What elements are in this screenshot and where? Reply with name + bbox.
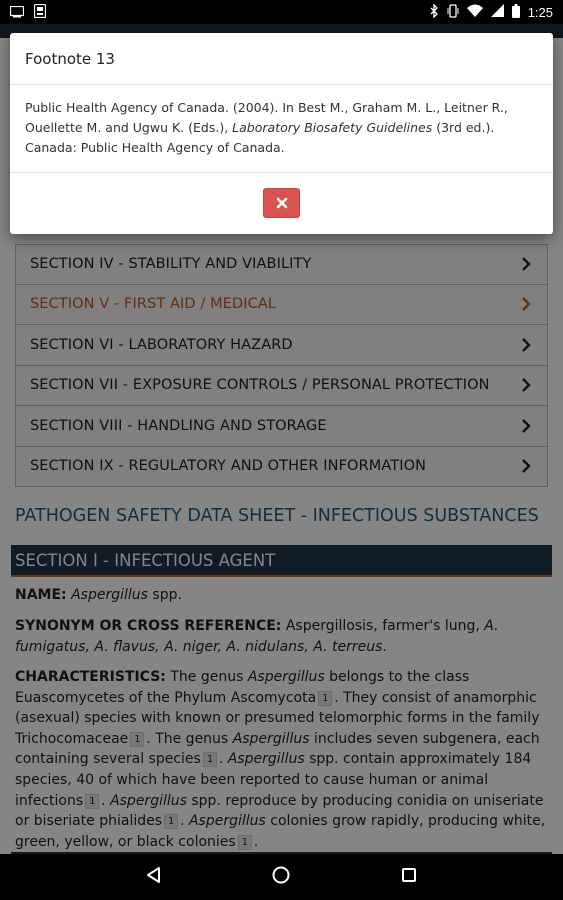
signal-icon xyxy=(490,4,504,20)
close-icon xyxy=(276,194,288,213)
home-icon xyxy=(271,865,291,889)
footnote-book-title: Laboratory Biosafety Guidelines xyxy=(232,120,433,135)
sim-card-icon xyxy=(33,3,47,22)
vibrate-icon xyxy=(447,3,459,21)
back-icon xyxy=(145,866,163,888)
wifi-icon xyxy=(466,4,483,20)
modal-header: Footnote 13 xyxy=(10,33,553,85)
close-button[interactable] xyxy=(263,188,300,218)
battery-icon xyxy=(511,3,520,21)
recents-button[interactable] xyxy=(389,857,429,897)
modal-title: Footnote 13 xyxy=(25,49,115,68)
status-bar: 1:25 xyxy=(0,0,563,24)
recents-icon xyxy=(401,867,417,887)
footnote-modal: Footnote 13 Public Health Agency of Cana… xyxy=(10,33,553,234)
modal-footer xyxy=(10,173,553,233)
photo-icon xyxy=(9,3,25,22)
back-button[interactable] xyxy=(134,857,174,897)
bluetooth-icon xyxy=(430,2,439,21)
navigation-bar xyxy=(0,854,563,900)
clock: 1:25 xyxy=(527,4,553,20)
modal-body: Public Health Agency of Canada. (2004). … xyxy=(10,85,553,173)
home-button[interactable] xyxy=(261,857,301,897)
